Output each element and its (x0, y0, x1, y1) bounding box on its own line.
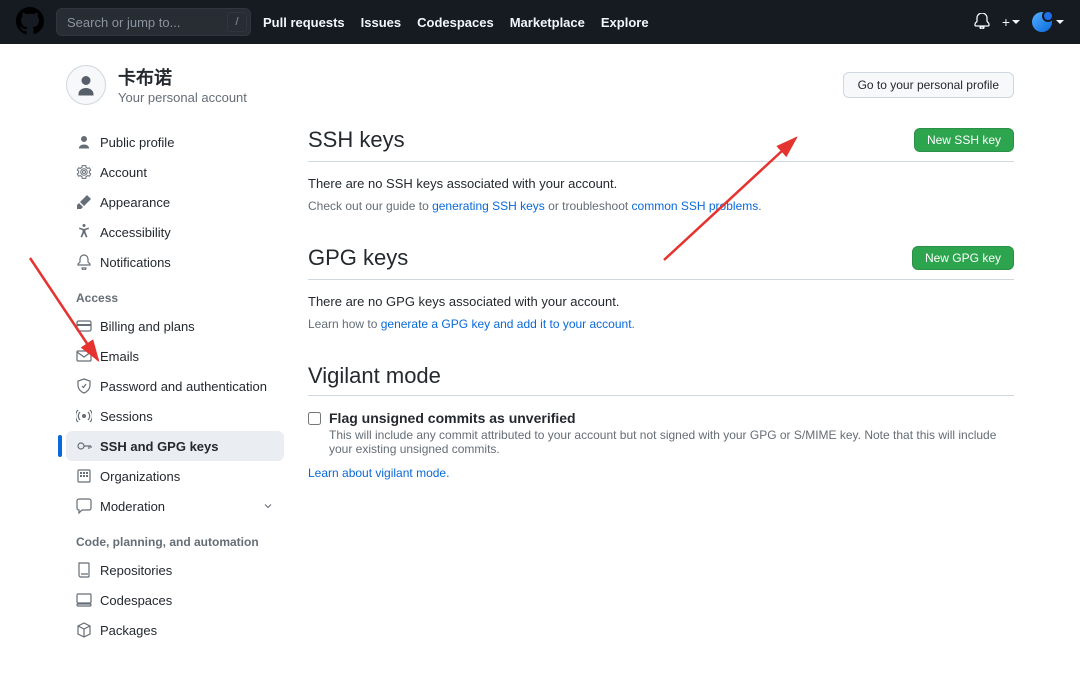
slash-key-hint: / (227, 12, 247, 32)
sidebar-item-packages[interactable]: Packages (66, 615, 284, 645)
org-icon (76, 468, 92, 484)
mail-icon (76, 348, 92, 364)
chevron-down-icon (262, 500, 274, 512)
notifications-icon[interactable] (974, 13, 990, 32)
package-icon (76, 622, 92, 638)
sidebar-item-label: Password and authentication (100, 379, 267, 394)
sidebar-item-label: Accessibility (100, 225, 171, 240)
go-to-profile-button[interactable]: Go to your personal profile (843, 72, 1014, 98)
broadcast-icon (76, 408, 92, 424)
ssh-guide-text: Check out our guide to generating SSH ke… (308, 199, 1014, 213)
accessibility-icon (76, 224, 92, 240)
sidebar-section-code: Code, planning, and automation (66, 521, 284, 555)
gear-icon (76, 164, 92, 180)
sidebar-item-organizations[interactable]: Organizations (66, 461, 284, 491)
sidebar-item-label: Account (100, 165, 147, 180)
settings-main: SSH keys New SSH key There are no SSH ke… (308, 127, 1014, 645)
sidebar-item-label: Codespaces (100, 593, 172, 608)
gpg-empty-text: There are no GPG keys associated with yo… (308, 294, 1014, 309)
sidebar-item-codespaces[interactable]: Codespaces (66, 585, 284, 615)
bell-icon (76, 254, 92, 270)
sidebar-item-password-and-authentication[interactable]: Password and authentication (66, 371, 284, 401)
vigilant-mode-section: Vigilant mode Flag unsigned commits as u… (308, 363, 1014, 480)
nav-issues[interactable]: Issues (361, 15, 401, 30)
ssh-heading: SSH keys (308, 127, 405, 153)
nav-codespaces[interactable]: Codespaces (417, 15, 494, 30)
person-icon (76, 134, 92, 150)
vigilant-heading: Vigilant mode (308, 363, 1014, 396)
ssh-keys-section: SSH keys New SSH key There are no SSH ke… (308, 127, 1014, 213)
sidebar-item-label: Billing and plans (100, 319, 195, 334)
comment-icon (76, 498, 92, 514)
sidebar-item-label: Notifications (100, 255, 171, 270)
github-logo[interactable] (16, 7, 44, 38)
sidebar-item-billing-and-plans[interactable]: Billing and plans (66, 311, 284, 341)
nav-pull-requests[interactable]: Pull requests (263, 15, 345, 30)
sidebar-item-label: Appearance (100, 195, 170, 210)
flag-unsigned-checkbox[interactable] (308, 412, 321, 425)
sidebar-item-repositories[interactable]: Repositories (66, 555, 284, 585)
search-container: / (56, 8, 251, 36)
credit-icon (76, 318, 92, 334)
gpg-heading: GPG keys (308, 245, 408, 271)
nav-explore[interactable]: Explore (601, 15, 649, 30)
sidebar-item-label: Emails (100, 349, 139, 364)
learn-vigilant-mode-link[interactable]: Learn about vigilant mode. (308, 466, 449, 480)
shield-icon (76, 378, 92, 394)
new-gpg-key-button[interactable]: New GPG key (912, 246, 1014, 270)
sidebar-item-account[interactable]: Account (66, 157, 284, 187)
flag-unsigned-description: This will include any commit attributed … (329, 428, 1014, 456)
sidebar-item-sessions[interactable]: Sessions (66, 401, 284, 431)
sidebar-item-notifications[interactable]: Notifications (66, 247, 284, 277)
new-ssh-key-button[interactable]: New SSH key (914, 128, 1014, 152)
sidebar-item-moderation[interactable]: Moderation (66, 491, 284, 521)
user-avatar-icon (1032, 12, 1052, 32)
settings-sidebar: Public profile Account Appearance Accessibi… (66, 127, 284, 645)
profile-avatar (66, 65, 106, 105)
sidebar-item-label: Repositories (100, 563, 172, 578)
sidebar-item-ssh-and-gpg-keys[interactable]: SSH and GPG keys (66, 431, 284, 461)
paintbrush-icon (76, 194, 92, 210)
sidebar-item-label: Moderation (100, 499, 165, 514)
user-menu[interactable] (1032, 12, 1064, 32)
codespaces-icon (76, 592, 92, 608)
sidebar-item-label: Packages (100, 623, 157, 638)
sidebar-item-accessibility[interactable]: Accessibility (66, 217, 284, 247)
gpg-keys-section: GPG keys New GPG key There are no GPG ke… (308, 245, 1014, 331)
key-icon (76, 438, 92, 454)
sidebar-item-appearance[interactable]: Appearance (66, 187, 284, 217)
global-header: / Pull requests Issues Codespaces Market… (0, 0, 1080, 44)
flag-unsigned-label: Flag unsigned commits as unverified (329, 410, 1014, 426)
search-input[interactable] (56, 8, 251, 36)
common-ssh-problems-link[interactable]: common SSH problems (632, 199, 759, 213)
sidebar-item-label: Public profile (100, 135, 174, 150)
settings-profile-header: 卡布诺 Your personal account Go to your per… (50, 44, 1030, 111)
generating-ssh-keys-link[interactable]: generating SSH keys (432, 199, 545, 213)
primary-nav: Pull requests Issues Codespaces Marketpl… (263, 15, 649, 30)
profile-subtitle: Your personal account (118, 90, 247, 105)
sidebar-item-public-profile[interactable]: Public profile (66, 127, 284, 157)
sidebar-section-access: Access (66, 277, 284, 311)
sidebar-item-emails[interactable]: Emails (66, 341, 284, 371)
profile-name: 卡布诺 (118, 64, 247, 90)
sidebar-item-label: SSH and GPG keys (100, 439, 219, 454)
nav-marketplace[interactable]: Marketplace (510, 15, 585, 30)
repo-icon (76, 562, 92, 578)
generate-gpg-key-link[interactable]: generate a GPG key and add it to your ac… (381, 317, 632, 331)
gpg-learn-text: Learn how to generate a GPG key and add … (308, 317, 1014, 331)
sidebar-item-label: Organizations (100, 469, 180, 484)
ssh-empty-text: There are no SSH keys associated with yo… (308, 176, 1014, 191)
sidebar-item-label: Sessions (100, 409, 153, 424)
header-actions: + (974, 12, 1064, 32)
create-new-dropdown[interactable]: + (1002, 14, 1020, 30)
